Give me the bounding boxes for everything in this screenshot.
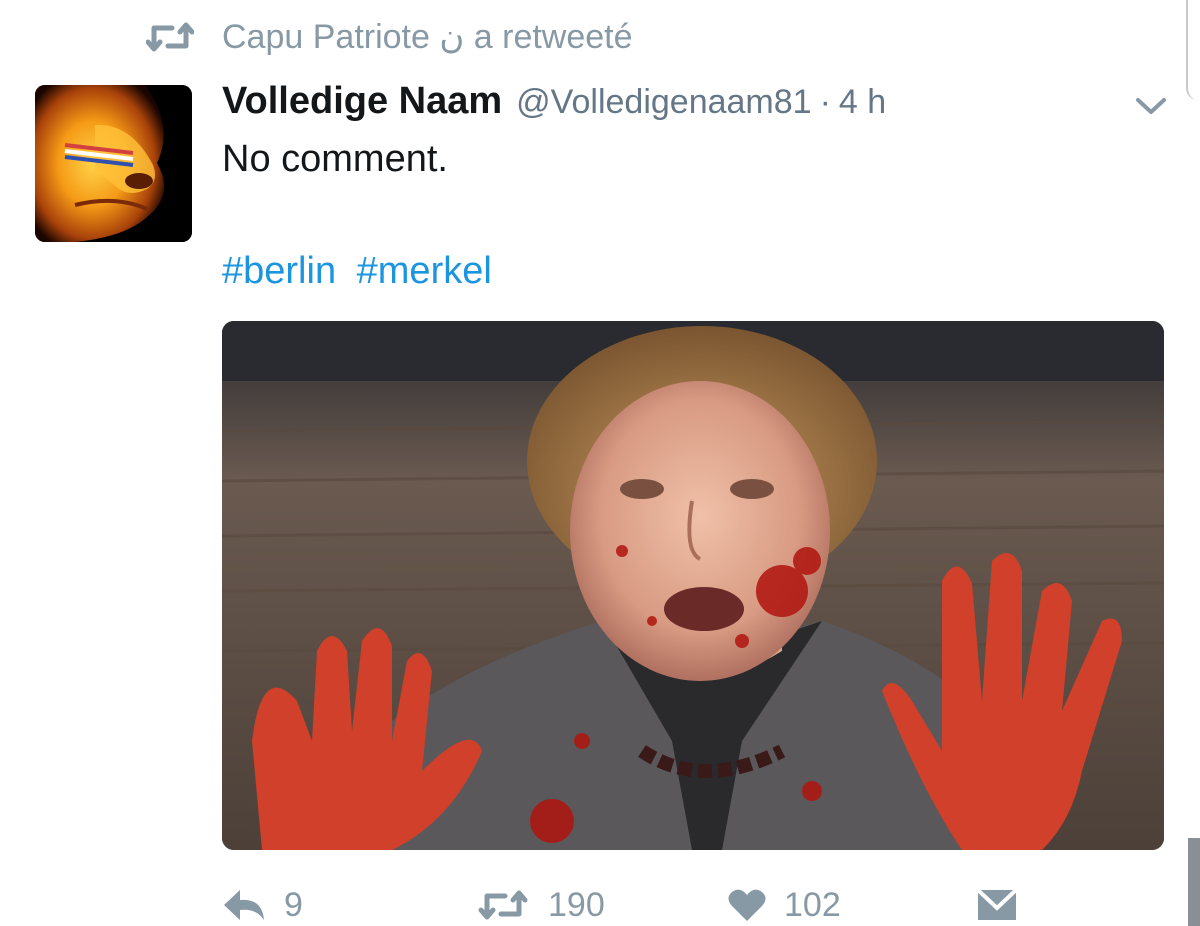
retweet-icon [478, 890, 528, 920]
reply-button[interactable]: 9 [222, 876, 303, 926]
avatar[interactable] [35, 85, 192, 242]
tweet-header: Volledige Naam @Volledigenaam81 · 4 h [222, 80, 886, 130]
author-name[interactable]: Volledige Naam [222, 80, 502, 123]
like-count: 102 [784, 885, 841, 924]
like-button[interactable]: 102 [728, 876, 841, 926]
retweet-count: 190 [548, 885, 605, 924]
chevron-down-icon[interactable] [1134, 94, 1168, 118]
author-handle[interactable]: @Volledigenaam81 [516, 83, 811, 122]
separator-dot: · [819, 83, 831, 121]
scrollbar-thumb[interactable] [1188, 838, 1200, 926]
retweet-icon [146, 22, 194, 52]
tweet-timestamp[interactable]: 4 h [839, 83, 886, 122]
tweet-hashtags: #berlin #merkel [222, 250, 492, 293]
tweet-media-photo[interactable] [222, 321, 1164, 850]
heart-icon [728, 889, 766, 921]
lion-avatar [35, 85, 192, 242]
retweet-context: Capu Patriote ن a retweeté [146, 14, 633, 60]
direct-message-icon [976, 888, 1018, 920]
retweet-context-text[interactable]: Capu Patriote ن a retweeté [222, 17, 633, 57]
retweet-button[interactable]: 190 [476, 876, 605, 926]
reply-icon [224, 890, 264, 920]
hashtag-merkel[interactable]: #merkel [357, 250, 492, 292]
reply-count: 9 [284, 885, 303, 924]
tweet-page: Capu Patriote ن a retweeté Volledige Naa… [0, 0, 1200, 926]
direct-message-button[interactable] [976, 876, 1018, 926]
hashtag-berlin[interactable]: #berlin [222, 250, 336, 292]
scroll-edge [1186, 0, 1200, 100]
tweet-actions: 9 190 102 [222, 876, 1042, 926]
tweet-text: No comment. [222, 138, 448, 180]
photo-illustration [222, 321, 1164, 850]
